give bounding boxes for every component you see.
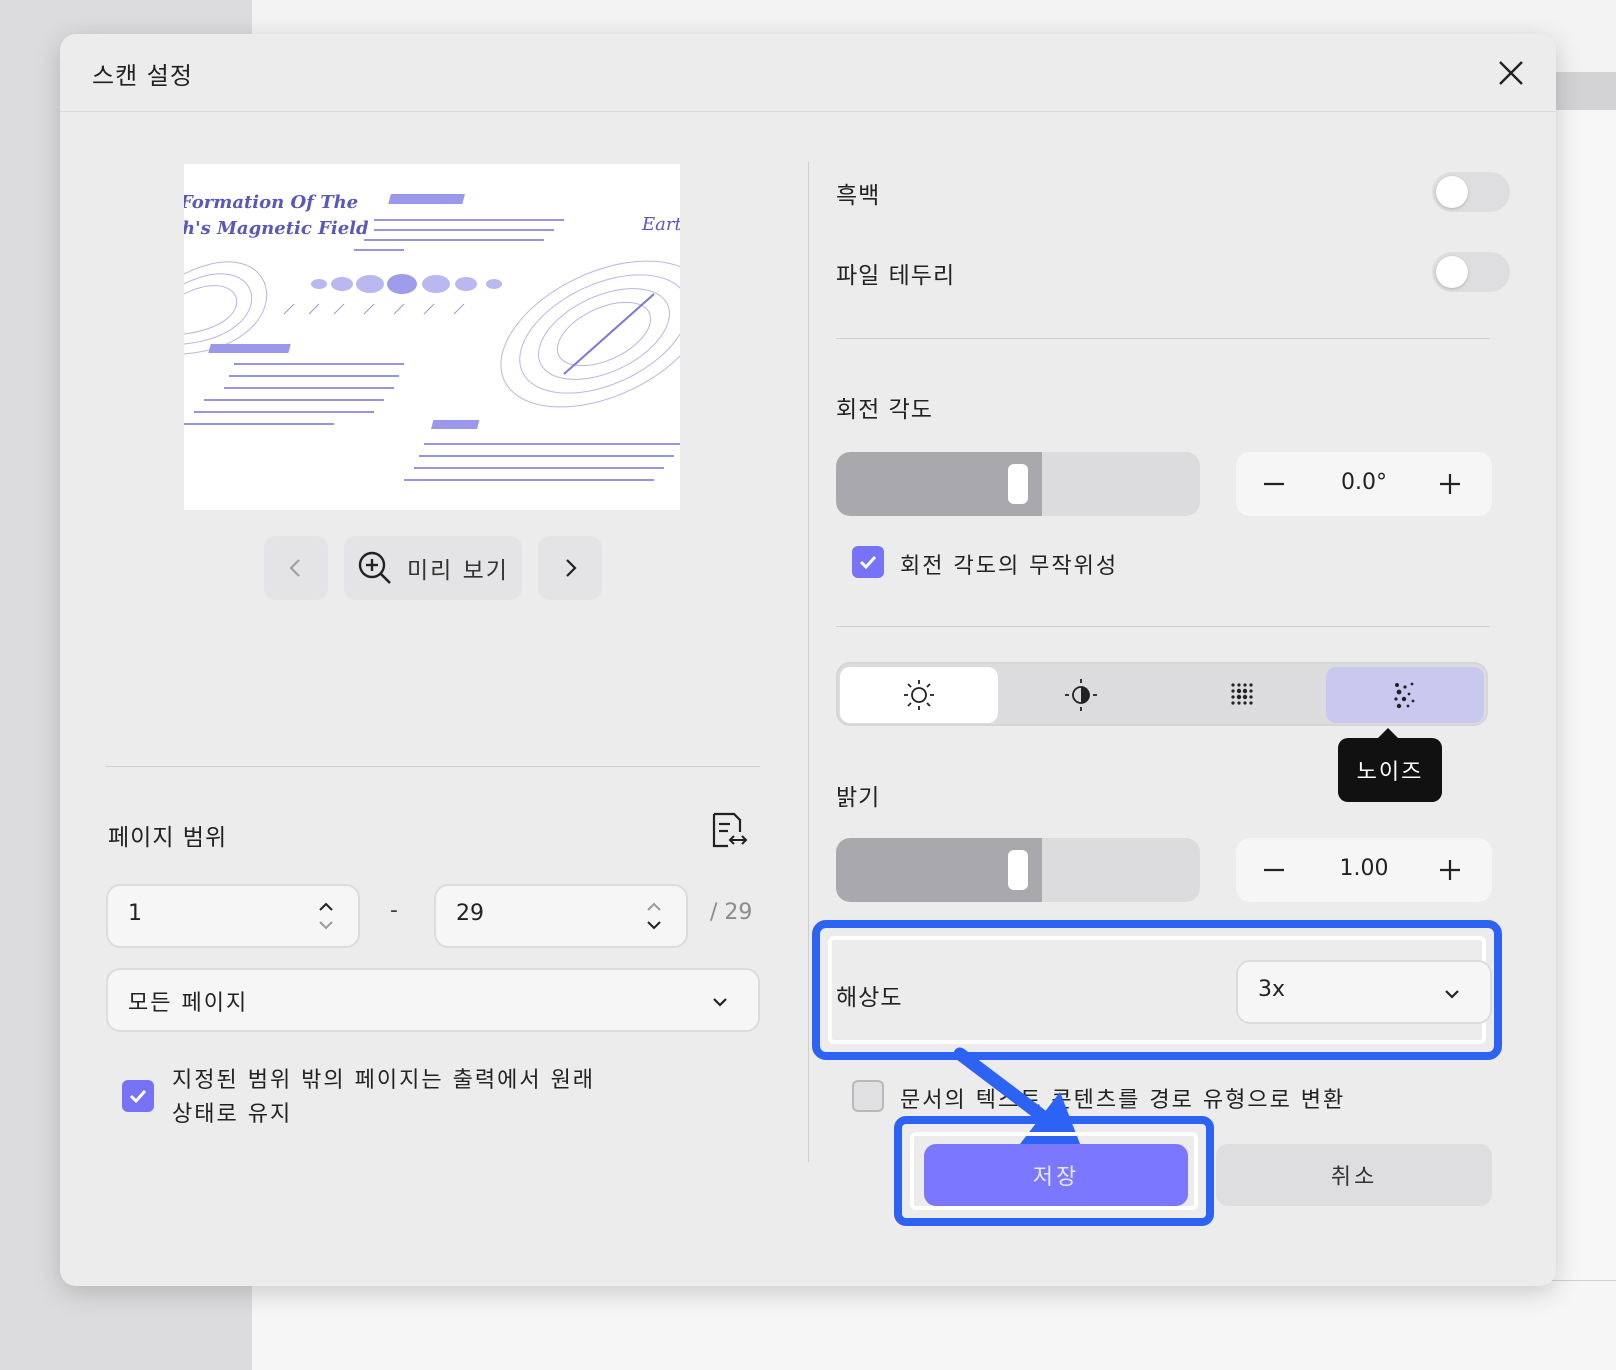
plus-icon[interactable] [1426,460,1474,508]
page-preview-thumbnail: Formation Of The h's Magnetic Field Eart [184,164,680,510]
brightness-label: 밝기 [836,785,881,811]
preview-button-label: 미리 보기 [407,558,509,584]
plus-icon[interactable] [1426,846,1474,894]
tab-contrast[interactable] [1002,667,1160,723]
checkmark-icon [129,1089,147,1104]
right-divider-1 [836,338,1490,339]
rotation-value: 0.0° [1341,470,1387,495]
page-mode-selected: 모든 페이지 [128,991,249,1016]
page-from-value: 1 [128,901,142,926]
text-to-path-checkbox[interactable] [852,1080,884,1112]
noise-icon [1394,682,1415,709]
page-range-label: 페이지 범위 [108,825,228,851]
keep-outside-label-line1: 지정된 범위 밖의 페이지는 출력에서 원래 [172,1068,596,1093]
rotation-random-checkbox[interactable] [852,546,884,578]
page-total: / 29 [710,900,753,925]
resolution-select[interactable]: 3x [1236,960,1492,1024]
chevron-left-icon [289,559,300,577]
next-page-button[interactable] [538,536,602,600]
page-to-input[interactable]: 29 [434,884,688,948]
checkmark-icon [859,555,877,570]
brightness-slider[interactable] [836,838,1200,902]
thumb-title-line2: h's Magnetic Field [184,218,369,239]
left-divider [106,766,760,767]
keep-outside-range-checkbox[interactable] [122,1080,154,1112]
contrast-icon [1065,679,1097,711]
minus-icon[interactable] [1250,846,1298,894]
zoom-in-icon [358,551,391,584]
tab-noise[interactable] [1326,667,1484,723]
scan-settings-dialog: 스캔 설정 Formation Of The h's Magnetic Fiel… [60,34,1556,1286]
column-divider [808,162,809,1162]
dialog-title: 스캔 설정 [92,62,193,90]
toggle-knob [1436,176,1468,208]
rotation-slider[interactable] [836,452,1200,516]
minus-icon[interactable] [1250,460,1298,508]
chevron-right-icon [566,559,577,577]
adjustment-tabs [836,662,1488,726]
range-separator: - [390,898,398,923]
page-mode-select[interactable]: 모든 페이지 [106,968,760,1032]
rotation-random-label: 회전 각도의 무작위성 [900,554,1119,579]
file-border-toggle[interactable] [1432,252,1510,292]
close-button[interactable] [1494,56,1528,90]
file-border-label: 파일 테두리 [836,263,956,289]
chevron-down-icon [713,998,727,1007]
dialog-header: 스캔 설정 [60,34,1556,112]
chevron-down-icon [1445,990,1459,999]
tab-brightness[interactable] [840,667,998,723]
toggle-knob [1436,256,1468,288]
dots-grid-icon [1231,683,1253,705]
close-icon [1499,61,1523,85]
rotation-label: 회전 각도 [836,397,933,423]
rotation-stepper: 0.0° [1236,452,1492,516]
slider-thumb[interactable] [1008,464,1028,504]
thumb-right-title: Eart [641,214,680,235]
resolution-selected: 3x [1258,977,1286,1002]
spinner-icon[interactable] [316,896,336,936]
tab-sharpen[interactable] [1164,667,1322,723]
keep-outside-range-label: 지정된 범위 밖의 페이지는 출력에서 원래 상태로 유지 [172,1064,595,1132]
keep-outside-label-line2: 상태로 유지 [172,1102,293,1127]
noise-tooltip: 노이즈 [1338,738,1442,802]
right-divider-2 [836,626,1490,627]
slider-thumb[interactable] [1008,850,1028,890]
preview-button[interactable]: 미리 보기 [344,536,522,600]
spinner-icon[interactable] [644,896,664,936]
sun-icon [904,680,934,710]
page-to-value: 29 [456,901,484,926]
thumb-title-line1: Formation Of The [184,192,358,213]
background-bottom-bar [252,1280,1616,1370]
grayscale-toggle[interactable] [1432,172,1510,212]
cancel-button[interactable]: 취소 [1216,1144,1492,1206]
page-swap-icon [712,812,748,848]
brightness-value: 1.00 [1339,856,1389,881]
brightness-stepper: 1.00 [1236,838,1492,902]
resolution-label: 해상도 [836,985,903,1011]
preview-page-graphic: Formation Of The h's Magnetic Field Eart [184,192,680,481]
page-from-input[interactable]: 1 [106,884,360,948]
swap-range-button[interactable] [708,810,750,852]
tooltip-arrow [1378,728,1398,738]
previous-page-button[interactable] [264,536,328,600]
save-button[interactable]: 저장 [924,1144,1188,1206]
grayscale-label: 흑백 [836,183,881,209]
